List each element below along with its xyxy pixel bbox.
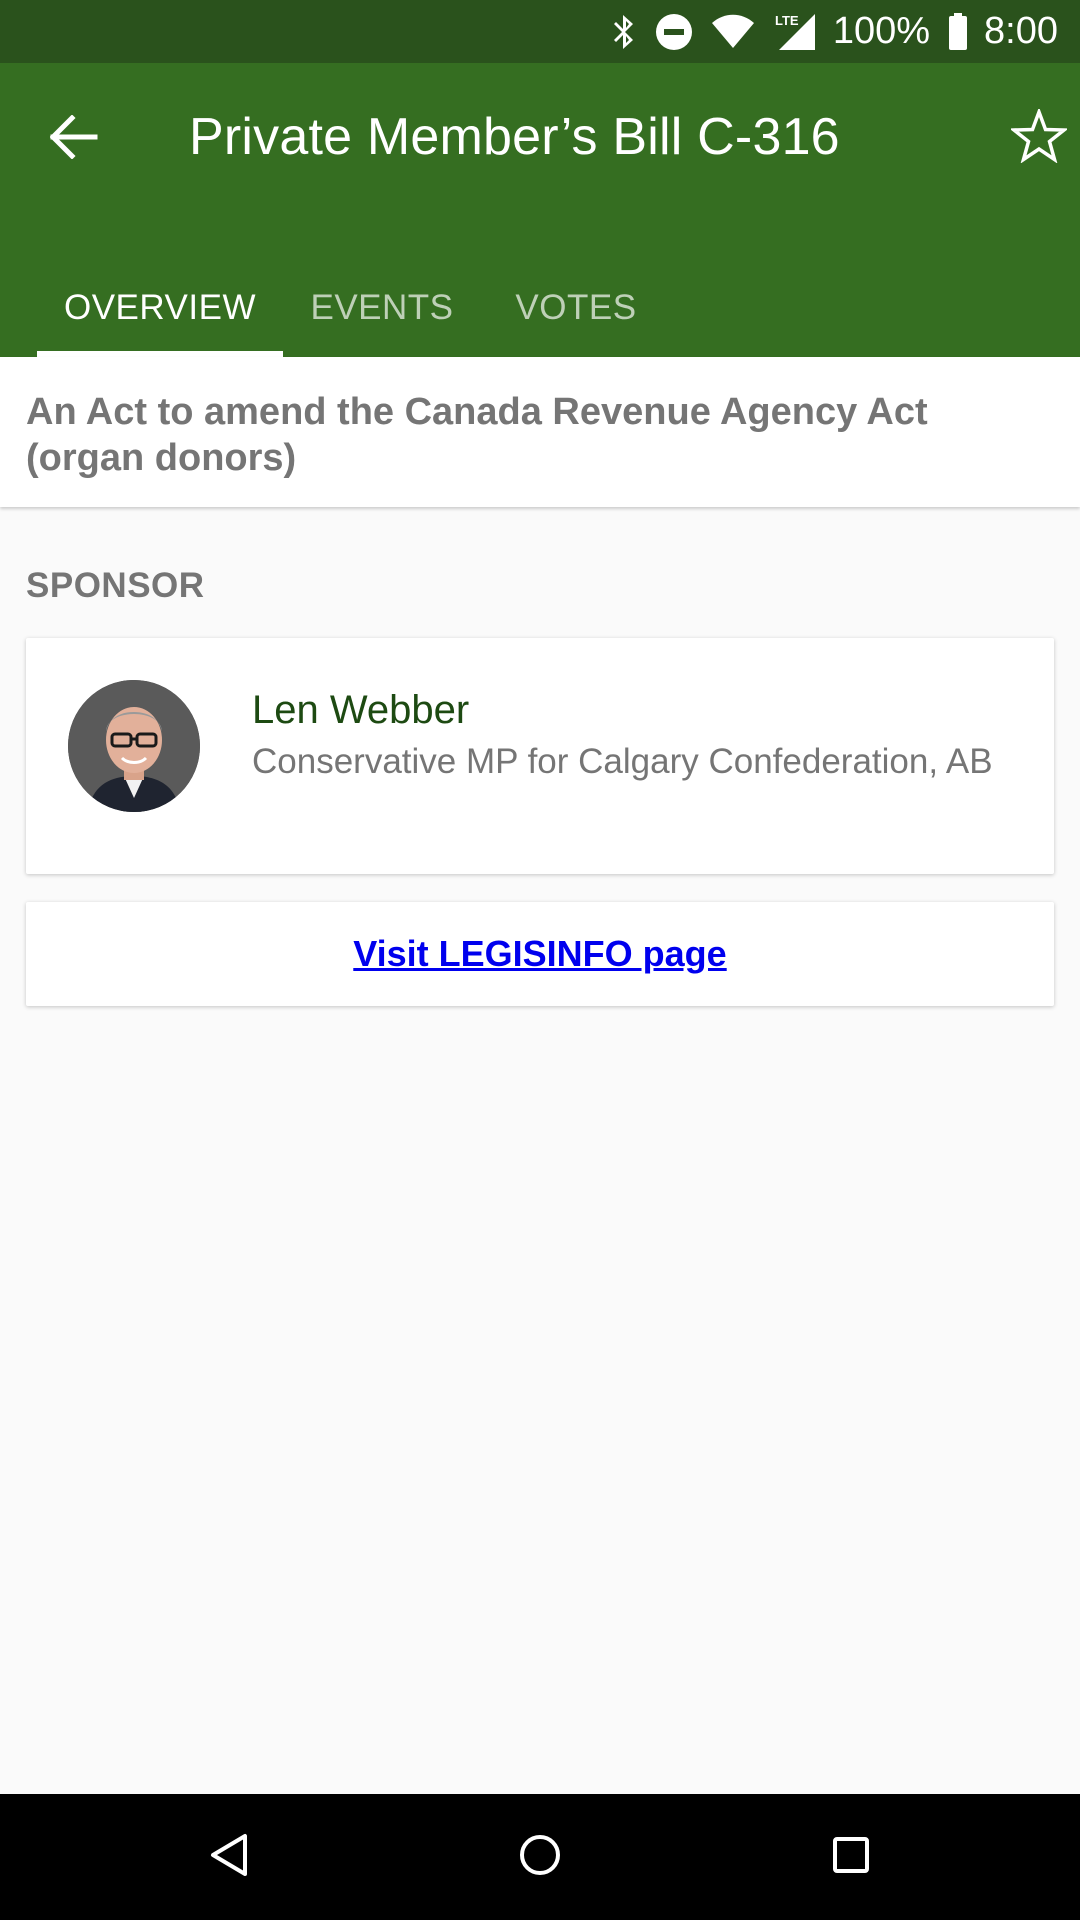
sponsor-description: Conservative MP for Calgary Confederatio… xyxy=(252,742,993,781)
nav-recents-icon xyxy=(831,1835,871,1880)
wifi-icon xyxy=(711,14,755,50)
nav-home-button[interactable] xyxy=(505,1822,575,1892)
nav-home-icon xyxy=(518,1833,562,1882)
nav-recents-button[interactable] xyxy=(816,1822,886,1892)
do-not-disturb-icon xyxy=(655,13,693,51)
tab-label: VOTES xyxy=(515,288,637,327)
app-bar: Private Member’s Bill C-316 OVERVIEW EVE… xyxy=(0,63,1080,357)
bluetooth-icon xyxy=(611,13,637,51)
tab-label: OVERVIEW xyxy=(63,288,256,327)
system-nav-bar xyxy=(0,1794,1080,1920)
battery-percent: 100% xyxy=(832,10,931,52)
avatar xyxy=(68,680,200,812)
lte-signal-icon: LTE xyxy=(773,12,817,52)
tab-bar: OVERVIEW EVENTS VOTES xyxy=(37,259,671,357)
star-outline-icon xyxy=(1009,106,1069,168)
legisinfo-link[interactable]: Visit LEGISINFO page xyxy=(353,933,726,975)
tab-label: EVENTS xyxy=(310,288,454,327)
clock: 8:00 xyxy=(984,10,1058,52)
nav-back-icon xyxy=(209,1833,249,1882)
tab-overview[interactable]: OVERVIEW xyxy=(37,259,283,357)
arrow-back-icon xyxy=(49,113,98,164)
back-button[interactable] xyxy=(36,101,112,177)
legisinfo-link-card: Visit LEGISINFO page xyxy=(26,902,1054,1006)
sponsor-card[interactable]: Len Webber Conservative MP for Calgary C… xyxy=(26,638,1054,874)
svg-text:LTE: LTE xyxy=(775,13,799,28)
sponsor-name: Len Webber xyxy=(252,688,470,732)
tab-votes[interactable]: VOTES xyxy=(481,259,671,357)
status-bar: LTE 100% 8:00 xyxy=(0,0,1080,63)
page-title: Private Member’s Bill C-316 xyxy=(189,108,840,166)
battery-icon xyxy=(948,12,968,51)
bill-summary-text: An Act to amend the Canada Revenue Agenc… xyxy=(26,391,928,479)
nav-back-button[interactable] xyxy=(194,1822,264,1892)
tab-events[interactable]: EVENTS xyxy=(283,259,481,357)
favorite-button[interactable] xyxy=(1004,103,1074,173)
sponsor-section-label: SPONSOR xyxy=(26,566,205,605)
bill-summary-card: An Act to amend the Canada Revenue Agenc… xyxy=(0,357,1080,507)
